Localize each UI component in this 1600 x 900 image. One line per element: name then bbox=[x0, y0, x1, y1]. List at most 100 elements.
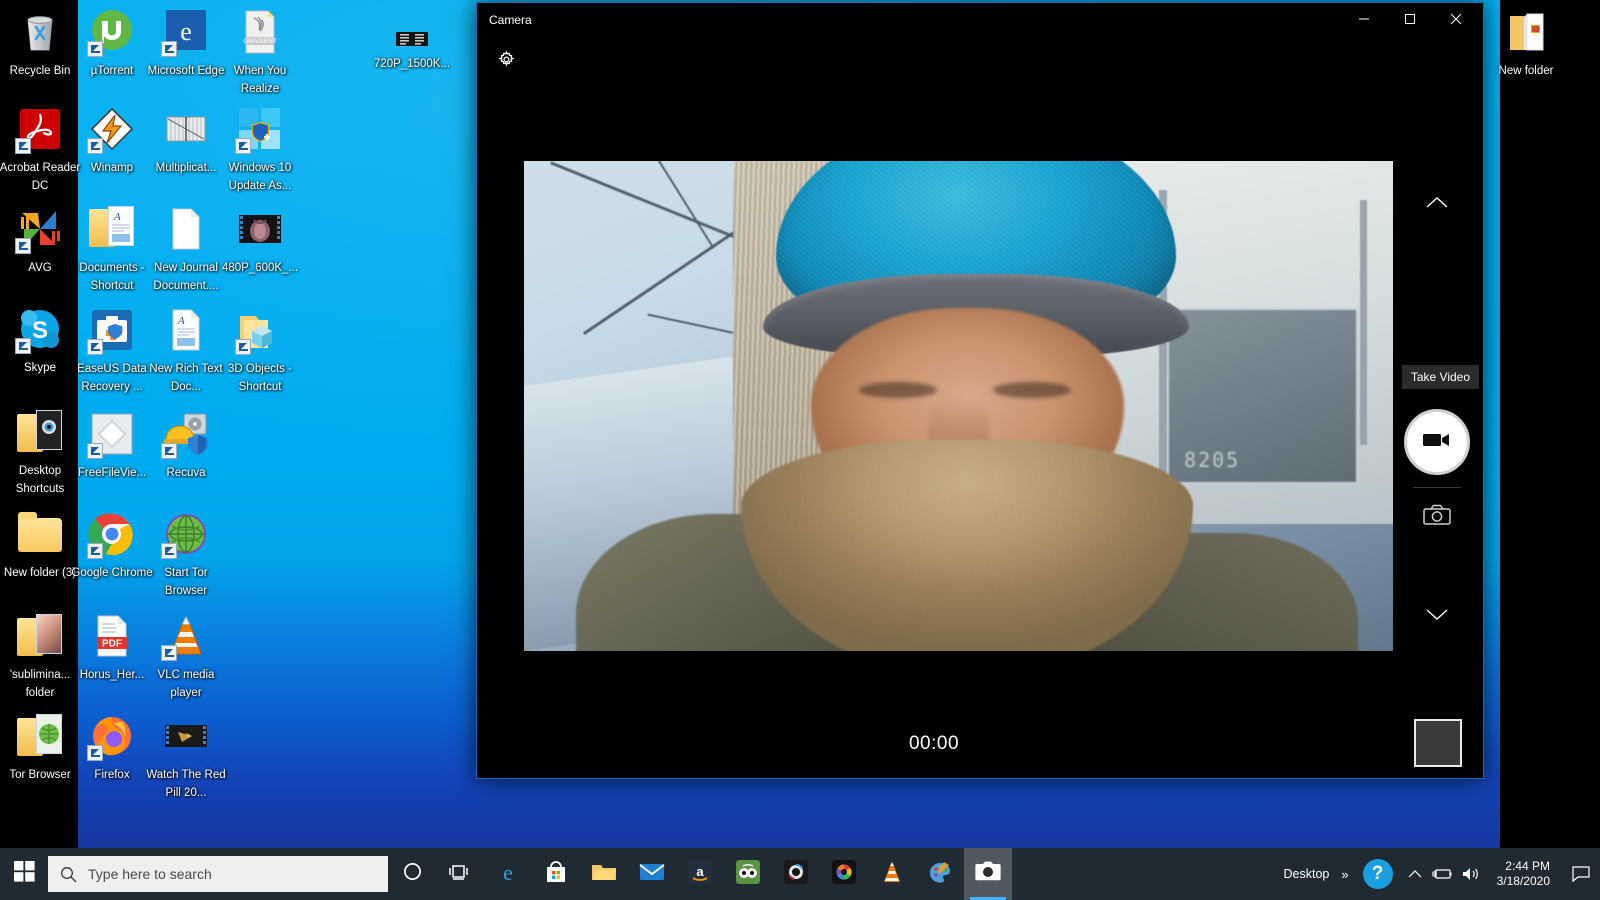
battery-charging-icon[interactable] bbox=[1429, 848, 1457, 900]
desktop-icon-new-journal-document[interactable]: New Journal Document.... bbox=[144, 205, 228, 294]
show-hidden-icons-button[interactable] bbox=[1401, 848, 1429, 900]
svg-text:S: S bbox=[32, 317, 48, 344]
microsoft-store-button[interactable] bbox=[532, 848, 580, 900]
help-question-icon[interactable]: ? bbox=[1362, 859, 1393, 889]
avg-icon bbox=[15, 205, 64, 254]
desktop-icon-when-you-realize[interactable]: GRADIENT When You Realize bbox=[218, 8, 302, 97]
camera-title-bar[interactable]: Camera bbox=[477, 3, 1483, 39]
take-photo-button[interactable] bbox=[1415, 495, 1459, 539]
shortcut-overlay-icon bbox=[235, 138, 251, 154]
desktop-icon-google-chrome[interactable]: Google Chrome bbox=[70, 510, 154, 581]
camera-video-preview[interactable] bbox=[524, 161, 1393, 651]
shortcut-overlay-icon bbox=[161, 41, 177, 57]
chevron-double-up-icon[interactable]: » bbox=[1335, 867, 1354, 882]
desktop-icon-multiplication[interactable]: Multiplicat... bbox=[144, 105, 228, 176]
svg-text:A: A bbox=[113, 211, 121, 223]
shortcut-overlay-icon bbox=[87, 745, 103, 761]
maximize-button[interactable] bbox=[1387, 3, 1433, 35]
documents-folder-icon: A bbox=[88, 205, 136, 253]
gear-icon bbox=[497, 50, 516, 74]
task-view-icon bbox=[449, 863, 471, 886]
minimize-button[interactable] bbox=[1341, 3, 1387, 35]
take-video-button[interactable] bbox=[1404, 409, 1470, 475]
mail-icon bbox=[639, 862, 665, 887]
task-view-button[interactable] bbox=[436, 848, 484, 900]
desktop-icon-label: New Rich Text Doc... bbox=[149, 363, 223, 393]
mail-button[interactable] bbox=[628, 848, 676, 900]
desktop-icon-easeus-data-recovery[interactable]: EaseUS Data Recovery ... bbox=[70, 306, 154, 395]
amazon-button[interactable]: a bbox=[676, 848, 724, 900]
desktop-icon-freefileviewer[interactable]: FreeFileVie... bbox=[70, 410, 154, 481]
svg-text:e: e bbox=[180, 17, 192, 46]
desktop-icon-label: Horus_Her... bbox=[79, 669, 145, 681]
letterbox-right bbox=[1500, 0, 1600, 848]
3d-objects-folder-icon bbox=[235, 306, 284, 355]
search-input[interactable]: Type here to search bbox=[48, 856, 388, 892]
desktop-icon-windows-10-update-assistant[interactable]: Windows 10 Update As... bbox=[218, 105, 302, 194]
freefileviewer-icon bbox=[87, 410, 136, 459]
file-explorer-button[interactable] bbox=[580, 848, 628, 900]
vlc-button[interactable] bbox=[868, 848, 916, 900]
tripadvisor-icon bbox=[736, 859, 760, 889]
rich-text-document-icon: A bbox=[162, 306, 210, 354]
desktop-icon-new-rich-text-doc[interactable]: A New Rich Text Doc... bbox=[144, 306, 228, 395]
desktop-icon-utorrent[interactable]: µTorrent bbox=[70, 8, 154, 79]
desktop-icon-3d-objects-shortcut[interactable]: 3D Objects - Shortcut bbox=[218, 306, 302, 395]
taskbar: Type here to search e a Desktop » ? 2:44… bbox=[0, 848, 1600, 900]
desktop-icon-recuva[interactable]: Recuva bbox=[144, 410, 228, 481]
desktop-icon-label: Microsoft Edge bbox=[147, 65, 225, 77]
clock[interactable]: 2:44 PM 3/18/2020 bbox=[1485, 859, 1562, 889]
camera-app-button[interactable] bbox=[964, 848, 1012, 900]
desktop-peek-label[interactable]: Desktop bbox=[1278, 867, 1336, 881]
scroll-down-button[interactable] bbox=[1391, 597, 1483, 637]
folder-tor-browser-icon bbox=[16, 712, 64, 760]
recuva-icon bbox=[161, 410, 210, 459]
webcam-app-button[interactable] bbox=[772, 848, 820, 900]
shortcut-overlay-icon bbox=[87, 339, 103, 355]
svg-text:PDF: PDF bbox=[102, 639, 122, 650]
microsoft-edge-button[interactable]: e bbox=[484, 848, 532, 900]
desktop-icon-documents-shortcut[interactable]: A Documents - Shortcut bbox=[70, 205, 154, 294]
settings-button[interactable] bbox=[491, 47, 521, 77]
folder-subliminal-icon bbox=[16, 612, 64, 660]
desktop-icon-label: 720P_1500K... bbox=[373, 58, 451, 70]
desktop-icon-microsoft-edge[interactable]: e Microsoft Edge bbox=[144, 8, 228, 79]
desktop-icon-label: Winamp bbox=[90, 162, 134, 174]
windows-10-update-assistant-icon bbox=[235, 105, 284, 154]
paint-3d-button[interactable] bbox=[916, 848, 964, 900]
desktop-icon-winamp[interactable]: Winamp bbox=[70, 105, 154, 176]
volume-icon[interactable] bbox=[1457, 848, 1485, 900]
desktop-icon-label: New folder (3) bbox=[3, 567, 77, 579]
desktop-icon-start-tor-browser[interactable]: Start Tor Browser bbox=[144, 510, 228, 599]
desktop-icon-label: FreeFileVie... bbox=[77, 467, 147, 479]
search-icon bbox=[48, 866, 88, 883]
desktop-icon-firefox[interactable]: Firefox bbox=[70, 712, 154, 783]
desktop-icon-label: Skype bbox=[24, 362, 56, 374]
close-button[interactable] bbox=[1433, 3, 1479, 35]
desktop-icon-label: Multiplicat... bbox=[155, 162, 217, 174]
desktop-icon-vlc-media-player[interactable]: VLC media player bbox=[144, 612, 228, 701]
desktop-icon-label: EaseUS Data Recovery ... bbox=[77, 363, 147, 393]
action-center-button[interactable] bbox=[1562, 848, 1600, 900]
video-file-icon bbox=[236, 205, 284, 253]
cortana-button[interactable] bbox=[388, 848, 436, 900]
tripadvisor-button[interactable] bbox=[724, 848, 772, 900]
svg-text:a: a bbox=[696, 864, 704, 879]
amazon-icon: a bbox=[688, 859, 712, 889]
desktop-icon-watch-the-red-pill[interactable]: Watch The Red Pill 20... bbox=[144, 712, 228, 801]
desktop-icon-horus-her-pdf[interactable]: PDF Horus_Her... bbox=[70, 612, 154, 683]
desktop-icon-label: AVG bbox=[28, 262, 52, 274]
color-camera-button[interactable] bbox=[820, 848, 868, 900]
desktop-icon-label: New folder bbox=[1498, 65, 1554, 77]
last-capture-thumbnail[interactable] bbox=[1414, 719, 1462, 767]
paint-3d-icon bbox=[928, 860, 953, 889]
video-blur-overlay bbox=[524, 161, 1393, 651]
shortcut-overlay-icon bbox=[15, 238, 31, 254]
rail-divider bbox=[1413, 487, 1461, 488]
scroll-up-button[interactable] bbox=[1391, 185, 1483, 225]
desktop-icon-new-folder[interactable]: New folder bbox=[1484, 8, 1568, 79]
desktop-icon-480p-600k-video[interactable]: 480P_600K_... bbox=[218, 205, 302, 276]
start-button[interactable] bbox=[0, 848, 48, 900]
desktop-icon-label: Acrobat Reader DC bbox=[0, 162, 81, 192]
desktop-icon-720p-1500k-video[interactable]: 720P_1500K... bbox=[370, 26, 454, 72]
